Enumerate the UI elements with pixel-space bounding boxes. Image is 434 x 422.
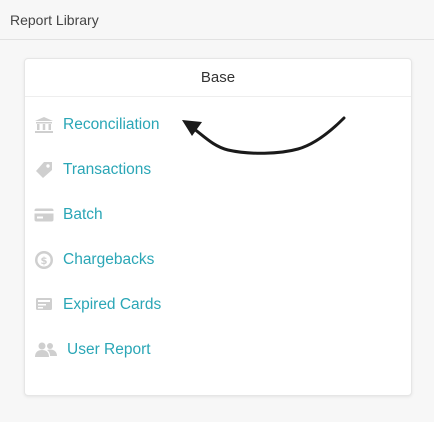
expired-card-icon bbox=[33, 294, 55, 316]
report-item-label[interactable]: Expired Cards bbox=[63, 296, 161, 314]
report-item-expired-cards[interactable]: Expired Cards bbox=[33, 292, 161, 318]
users-icon bbox=[33, 339, 59, 361]
annotation-arrow bbox=[182, 116, 346, 155]
report-item-label[interactable]: User Report bbox=[67, 341, 151, 359]
card-title: Base bbox=[200, 69, 236, 86]
report-card: Base Reconciliation Transactions Batch $… bbox=[24, 58, 412, 396]
report-item-label[interactable]: Transactions bbox=[63, 161, 151, 179]
report-item-label[interactable]: Chargebacks bbox=[63, 251, 154, 269]
report-item-transactions[interactable]: Transactions bbox=[33, 157, 151, 183]
report-item-batch[interactable]: Batch bbox=[33, 202, 103, 228]
dollar-circle-icon: $ bbox=[33, 249, 55, 271]
card-header: Base bbox=[25, 59, 411, 97]
report-item-user-report[interactable]: User Report bbox=[33, 337, 151, 363]
bank-icon bbox=[33, 114, 55, 136]
top-bar: Report Library bbox=[0, 0, 434, 40]
report-item-label[interactable]: Reconciliation bbox=[63, 116, 160, 134]
report-item-reconciliation[interactable]: Reconciliation bbox=[33, 112, 160, 138]
report-item-chargebacks[interactable]: $ Chargebacks bbox=[33, 247, 154, 273]
report-item-label[interactable]: Batch bbox=[63, 206, 103, 224]
svg-text:$: $ bbox=[41, 256, 48, 267]
credit-card-icon bbox=[33, 204, 55, 226]
tag-icon bbox=[33, 159, 55, 181]
page-title: Report Library bbox=[10, 12, 99, 28]
